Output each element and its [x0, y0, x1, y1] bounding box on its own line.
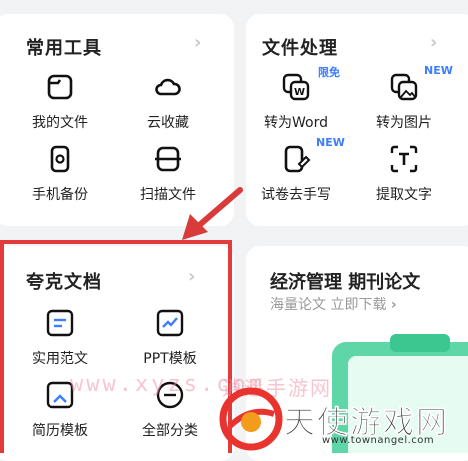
pointer-arrow-icon — [182, 187, 243, 240]
tools-title: 常用工具 — [26, 38, 102, 59]
angel-logo-icon — [219, 387, 283, 451]
file-erase-handwriting[interactable]: 试卷去手写 — [248, 144, 344, 204]
file-label: 提取文字 — [376, 187, 432, 203]
file-to-word[interactable]: W 转为Word — [248, 72, 344, 132]
cloud-icon — [155, 78, 181, 96]
tools-more-chevron-icon[interactable]: › — [194, 32, 201, 53]
file-label: 转为图片 — [376, 115, 432, 131]
scan-icon — [155, 146, 181, 172]
chevron-right-icon: › — [390, 297, 397, 313]
image-convert-icon — [390, 73, 418, 101]
extract-text-icon — [390, 145, 418, 173]
tool-cloud-favorites[interactable]: 云收藏 — [120, 72, 216, 132]
new-badge: NEW — [316, 136, 345, 149]
tool-label: 手机备份 — [32, 187, 88, 203]
file-label: 转为Word — [264, 115, 328, 131]
phone-backup-icon — [50, 145, 70, 173]
file-label: 试卷去手写 — [261, 187, 331, 203]
erase-handwriting-icon — [284, 145, 311, 173]
svg-text:W: W — [294, 87, 305, 98]
tool-phone-backup[interactable]: 手机备份 — [12, 144, 108, 204]
watermark-logo-url: www.townangel.com — [322, 435, 435, 446]
files-more-chevron-icon[interactable]: › — [430, 32, 437, 53]
tool-my-files[interactable]: 我的文件 — [12, 72, 108, 132]
file-extract-text[interactable]: 提取文字 — [356, 144, 452, 204]
tool-label: 我的文件 — [32, 115, 88, 131]
highlight-frame — [0, 240, 232, 453]
files-title: 文件处理 — [262, 38, 338, 59]
paper-promo-subtitle: 海量论文 立即下载 › — [270, 297, 397, 313]
word-convert-icon: W — [282, 73, 310, 101]
new-badge: NEW — [424, 64, 453, 77]
file-to-image[interactable]: 转为图片 — [356, 72, 452, 132]
tool-label: 云收藏 — [147, 115, 189, 131]
folder-icon — [47, 74, 73, 100]
paper-promo-title: 经济管理 期刊论文 — [270, 272, 421, 293]
free-badge: 限免 — [318, 66, 340, 79]
